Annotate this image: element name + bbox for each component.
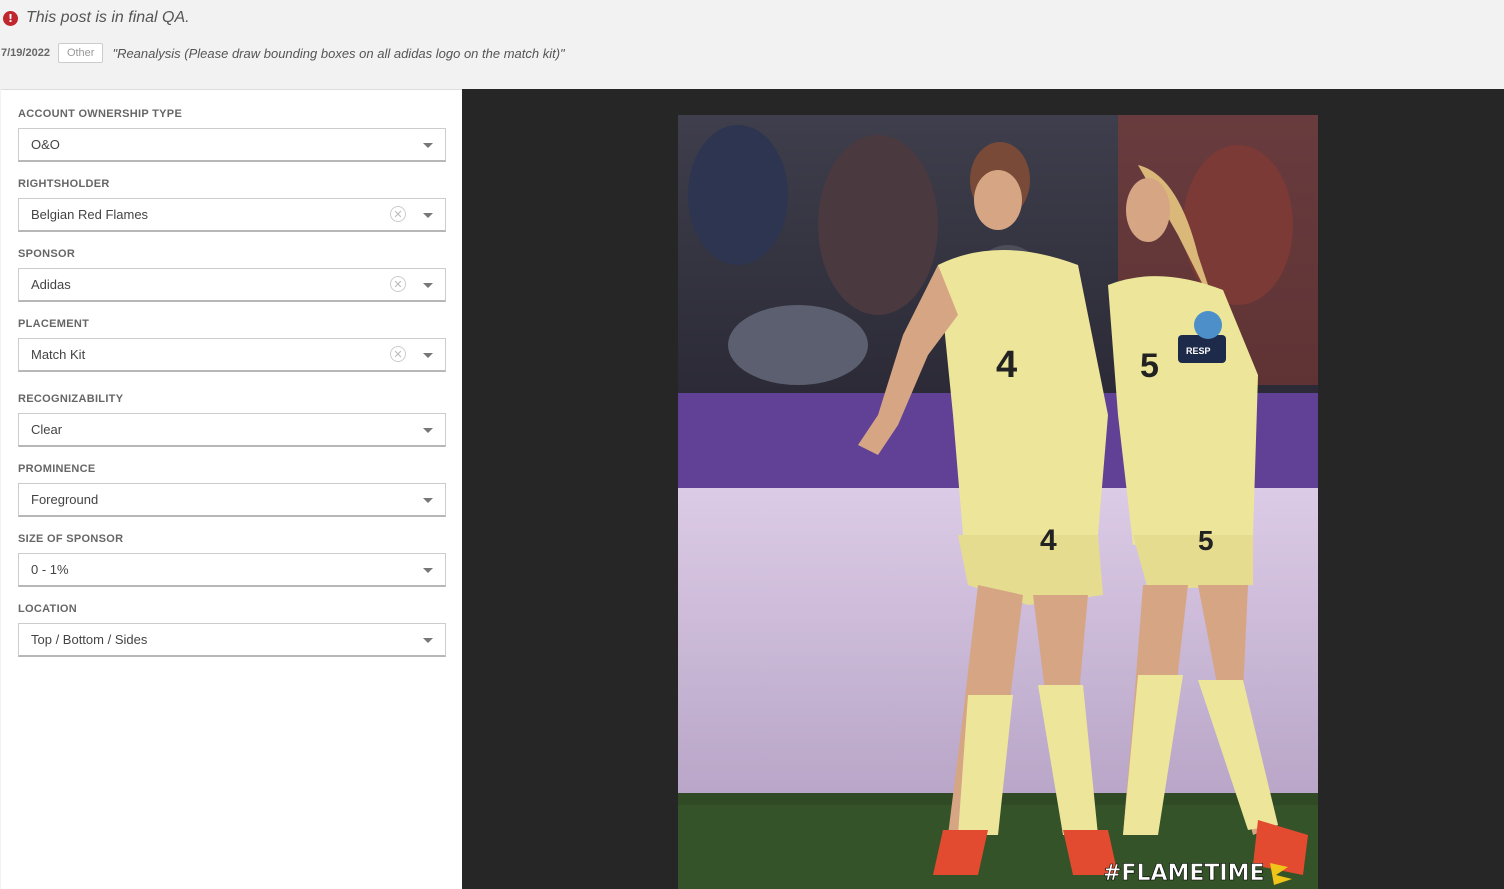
field-label: RIGHTSHOLDER	[18, 178, 110, 190]
location-select[interactable]: Top / Bottom / Sides	[18, 623, 446, 657]
clear-icon[interactable]: ✕	[390, 276, 406, 292]
select-value: 0 - 1%	[31, 562, 69, 577]
chevron-down-icon[interactable]	[423, 353, 433, 358]
chevron-down-icon[interactable]	[423, 638, 433, 643]
shorts-number: 5	[1198, 525, 1214, 556]
post-image[interactable]: 4 5 4 5 RESP #FLAMETIME	[678, 115, 1318, 889]
select-value: O&O	[31, 137, 60, 152]
field-size-of-sponsor: SIZE OF SPONSOR 0 - 1%	[18, 532, 446, 587]
field-sponsor: SPONSOR Adidas ✕	[18, 247, 446, 302]
hashtag-overlay: #FLAMETIME	[1103, 861, 1265, 886]
field-label: SIZE OF SPONSOR	[18, 533, 124, 545]
armband-text: RESP	[1186, 346, 1211, 356]
recognizability-select[interactable]: Clear	[18, 413, 446, 447]
field-label: PROMINENCE	[18, 463, 96, 475]
chevron-down-icon[interactable]	[423, 428, 433, 433]
post-meta: 7/19/2022 Other "Reanalysis (Please draw…	[1, 42, 565, 64]
analysis-note: "Reanalysis (Please draw bounding boxes …	[112, 45, 565, 61]
select-value: Match Kit	[31, 347, 86, 362]
field-rightsholder: RIGHTSHOLDER Belgian Red Flames ✕	[18, 177, 446, 232]
select-value: Clear	[31, 422, 63, 437]
tagging-form: ACCOUNT OWNERSHIP TYPE O&O RIGHTSHOLDER …	[1, 89, 462, 889]
chevron-down-icon[interactable]	[423, 498, 433, 503]
field-recognizability: RECOGNIZABILITY Clear	[18, 392, 446, 447]
select-value: Belgian Red Flames	[31, 207, 149, 222]
shorts-number: 4	[1040, 524, 1057, 557]
category-badge: Other	[57, 43, 104, 63]
select-value: Adidas	[31, 277, 71, 292]
field-label: ACCOUNT OWNERSHIP TYPE	[18, 108, 183, 120]
field-label: PLACEMENT	[18, 318, 90, 330]
field-location: LOCATION Top / Bottom / Sides	[18, 602, 446, 657]
alert-circle-icon: !	[3, 10, 18, 26]
chevron-down-icon[interactable]	[423, 143, 433, 148]
chevron-down-icon[interactable]	[423, 283, 433, 288]
chevron-down-icon[interactable]	[423, 568, 433, 573]
size-of-sponsor-select[interactable]: 0 - 1%	[18, 553, 446, 587]
select-value: Foreground	[31, 492, 99, 507]
media-viewer: 4 5 4 5 RESP #FLAMETIME	[462, 89, 1504, 889]
rightsholder-select[interactable]: Belgian Red Flames ✕	[18, 198, 446, 232]
chevron-down-icon[interactable]	[423, 213, 433, 218]
placement-select[interactable]: Match Kit ✕	[18, 338, 446, 372]
qa-notice: ! This post is in final QA.	[3, 8, 190, 28]
field-prominence: PROMINENCE Foreground	[18, 462, 446, 517]
clear-icon[interactable]: ✕	[390, 206, 406, 222]
field-label: SPONSOR	[18, 248, 76, 260]
field-label: LOCATION	[18, 603, 78, 615]
sponsor-select[interactable]: Adidas ✕	[18, 268, 446, 302]
post-date: 7/19/2022	[1, 47, 50, 59]
notice-text: This post is in final QA.	[26, 9, 190, 26]
select-value: Top / Bottom / Sides	[31, 632, 148, 647]
account-ownership-type-select[interactable]: O&O	[18, 128, 446, 162]
field-label: RECOGNIZABILITY	[18, 393, 124, 405]
field-placement: PLACEMENT Match Kit ✕	[18, 317, 446, 372]
prominence-select[interactable]: Foreground	[18, 483, 446, 517]
clear-icon[interactable]: ✕	[390, 346, 406, 362]
player-number: 4	[996, 344, 1017, 386]
player-number: 5	[1140, 347, 1159, 385]
field-account-ownership-type: ACCOUNT OWNERSHIP TYPE O&O	[18, 107, 446, 162]
